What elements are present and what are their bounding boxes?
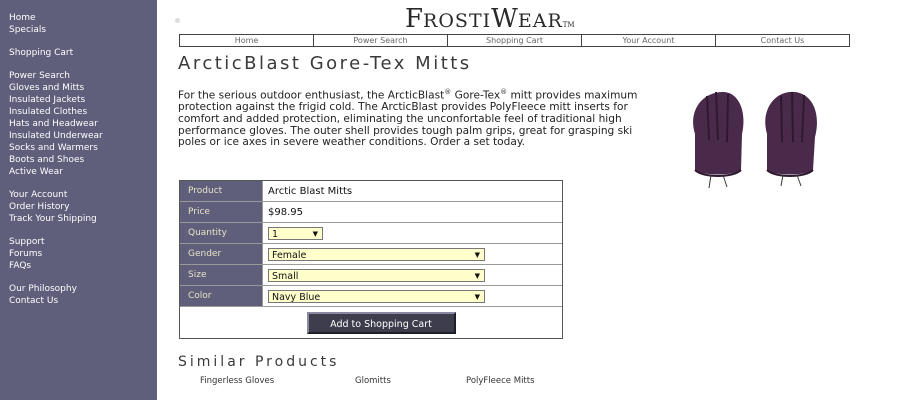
sidebar-link-hats-and-headwear[interactable]: Hats and Headwear xyxy=(9,118,98,130)
sidebar-link-gloves-and-mitts[interactable]: Gloves and Mitts xyxy=(9,82,84,94)
product-label: Product xyxy=(180,181,263,201)
product-value: Arctic Blast Mitts xyxy=(268,185,353,197)
quantity-label: Quantity xyxy=(180,223,263,243)
topnav-shopping-cart[interactable]: Shopping Cart xyxy=(448,35,582,46)
price-label: Price xyxy=(180,202,263,222)
topnav-power-search[interactable]: Power Search xyxy=(314,35,448,46)
size-select[interactable]: Small ▼ xyxy=(268,268,485,282)
size-select-value: Small xyxy=(272,270,299,282)
mitts-product-image xyxy=(693,91,817,189)
sidebar-link-specials[interactable]: Specials xyxy=(9,24,46,36)
sidebar-link-boots-and-shoes[interactable]: Boots and Shoes xyxy=(9,154,84,166)
color-select-value: Navy Blue xyxy=(272,291,321,303)
sidebar-link-support[interactable]: Support xyxy=(9,236,45,248)
sidebar-link-insulated-underwear[interactable]: Insulated Underwear xyxy=(9,130,103,142)
page-title: ArcticBlast Gore-Tex Mitts xyxy=(178,53,472,74)
color-label: Color xyxy=(180,286,263,306)
price-value: $98.95 xyxy=(268,206,303,218)
similar-product-polyfleece-mitts[interactable]: PolyFleece Mitts xyxy=(466,376,535,386)
top-navigation: Home Power Search Shopping Cart Your Acc… xyxy=(179,34,850,47)
quantity-row: Quantity 1 ▼ xyxy=(180,223,562,244)
chevron-down-icon: ▼ xyxy=(474,271,480,280)
topnav-contact-us[interactable]: Contact Us xyxy=(716,35,849,46)
sidebar-link-contact-us[interactable]: Contact Us xyxy=(9,295,58,307)
sidebar-link-our-philosophy[interactable]: Our Philosophy xyxy=(9,283,77,295)
sidebar-link-home[interactable]: Home xyxy=(9,12,36,24)
gender-row: Gender Female ▼ xyxy=(180,244,562,265)
topnav-your-account[interactable]: Your Account xyxy=(582,35,716,46)
gender-select[interactable]: Female ▼ xyxy=(268,247,485,261)
color-row: Color Navy Blue ▼ xyxy=(180,286,562,307)
size-row: Size Small ▼ xyxy=(180,265,562,286)
add-to-cart-button[interactable]: Add to Shopping Cart xyxy=(306,311,456,334)
sidebar-link-shopping-cart[interactable]: Shopping Cart xyxy=(9,47,73,59)
quantity-select-value: 1 xyxy=(272,228,279,240)
main-content: FROSTIWEARTM Home Power Search Shopping … xyxy=(157,0,900,400)
cart-button-row: Add to Shopping Cart xyxy=(180,307,562,338)
product-row: Product Arctic Blast Mitts xyxy=(180,181,562,202)
sidebar-link-socks-and-warmers[interactable]: Socks and Warmers xyxy=(9,142,98,154)
price-row: Price $98.95 xyxy=(180,202,562,223)
gender-label: Gender xyxy=(180,244,263,264)
chevron-down-icon: ▼ xyxy=(474,292,480,301)
sidebar-link-active-wear[interactable]: Active Wear xyxy=(9,166,63,178)
sidebar-link-faqs[interactable]: FAQs xyxy=(9,260,31,272)
quantity-select[interactable]: 1 ▼ xyxy=(268,226,323,240)
product-description: For the serious outdoor enthusiast, the … xyxy=(178,88,638,149)
color-select[interactable]: Navy Blue ▼ xyxy=(268,289,485,303)
bullet-icon xyxy=(175,18,180,23)
sidebar-link-insulated-clothes[interactable]: Insulated Clothes xyxy=(9,106,87,118)
frostiwear-logo[interactable]: FROSTIWEARTM xyxy=(405,4,645,34)
similar-products-title: Similar Products xyxy=(178,354,340,370)
sidebar: Home Specials Shopping Cart Power Search Glo… xyxy=(0,0,157,400)
sidebar-link-forums[interactable]: Forums xyxy=(9,248,42,260)
sidebar-link-order-history[interactable]: Order History xyxy=(9,201,69,213)
size-label: Size xyxy=(180,265,263,285)
topnav-home[interactable]: Home xyxy=(180,35,314,46)
sidebar-link-your-account[interactable]: Your Account xyxy=(9,189,67,201)
similar-product-glomitts[interactable]: Glomitts xyxy=(355,376,391,386)
gender-select-value: Female xyxy=(272,249,307,261)
similar-product-fingerless-gloves[interactable]: Fingerless Gloves xyxy=(200,376,274,386)
chevron-down-icon: ▼ xyxy=(474,250,480,259)
chevron-down-icon: ▼ xyxy=(312,229,318,238)
sidebar-link-power-search[interactable]: Power Search xyxy=(9,70,70,82)
sidebar-link-track-your-shipping[interactable]: Track Your Shipping xyxy=(9,213,97,225)
order-form: Product Arctic Blast Mitts Price $98.95 … xyxy=(179,180,563,339)
sidebar-link-insulated-jackets[interactable]: Insulated Jackets xyxy=(9,94,85,106)
